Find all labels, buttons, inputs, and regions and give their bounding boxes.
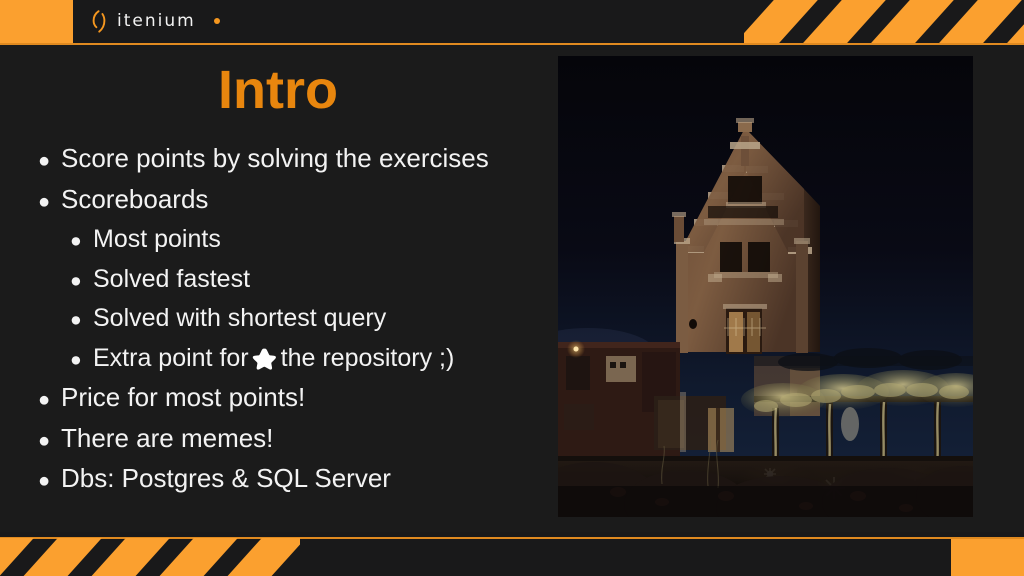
list-item: ● There are memes! <box>36 420 546 461</box>
bullet-marker-icon: ● <box>70 309 82 331</box>
list-item: ● Dbs: Postgres & SQL Server <box>36 460 546 501</box>
slide-photo <box>558 56 973 517</box>
itenium-paren-logo-icon <box>92 10 106 33</box>
bullet-marker-icon: ● <box>70 230 82 252</box>
list-item-label: There are memes! <box>61 422 274 453</box>
list-item: ● Solved fastest <box>36 261 546 301</box>
list-item: ● Most points <box>36 221 546 261</box>
presentation-slide: itenium Intro ● Score points by solving … <box>0 0 1024 576</box>
bullet-marker-icon: ● <box>70 348 82 371</box>
bullet-marker-icon: ● <box>70 269 82 292</box>
list-item: ● Scoreboards <box>36 181 546 222</box>
bullet-marker-icon: ● <box>38 429 51 452</box>
footer-right-orange-block <box>951 539 1024 576</box>
list-item: ● Extra point for the repository ;) <box>36 340 546 380</box>
list-item-label: Price for most points! <box>61 382 306 412</box>
list-item-label: Solved fastest <box>93 264 251 293</box>
bullet-marker-icon: ● <box>38 389 51 411</box>
list-item-label: Scoreboards <box>61 183 209 214</box>
header-left-orange-block <box>0 0 73 43</box>
list-item: ● Price for most points! <box>36 379 546 420</box>
list-item-label-star-row: Extra point for the repository ;) <box>93 340 546 378</box>
itenium-wordmark: itenium <box>117 10 196 31</box>
bullet-list: ● Score points by solving the exercises … <box>36 140 546 501</box>
list-item-label: Most points <box>93 225 221 253</box>
list-item-label-after-star: the repository ;) <box>280 343 455 372</box>
list-item: ● Solved with shortest query <box>36 300 546 340</box>
star-icon <box>252 348 276 370</box>
header-hazard-stripes <box>744 0 1024 43</box>
header-divider-line <box>0 43 1024 45</box>
footer-hazard-stripes <box>0 538 300 576</box>
list-item-label: Dbs: Postgres & SQL Server <box>61 463 391 493</box>
list-item-label: Score points by solving the exercises <box>61 143 489 173</box>
bullet-marker-icon: ● <box>38 150 51 172</box>
bullet-marker-icon: ● <box>38 470 51 492</box>
bullet-marker-icon: ● <box>38 190 51 213</box>
itenium-logo: itenium <box>90 6 220 36</box>
list-item: ● Score points by solving the exercises <box>36 140 546 181</box>
night-building-photo-illustration <box>558 56 973 517</box>
slide-title: Intro <box>218 60 338 120</box>
list-item-label-before-star: Extra point for <box>93 343 249 372</box>
orange-dot-icon <box>213 18 220 24</box>
list-item-label: Solved with shortest query <box>93 304 387 332</box>
